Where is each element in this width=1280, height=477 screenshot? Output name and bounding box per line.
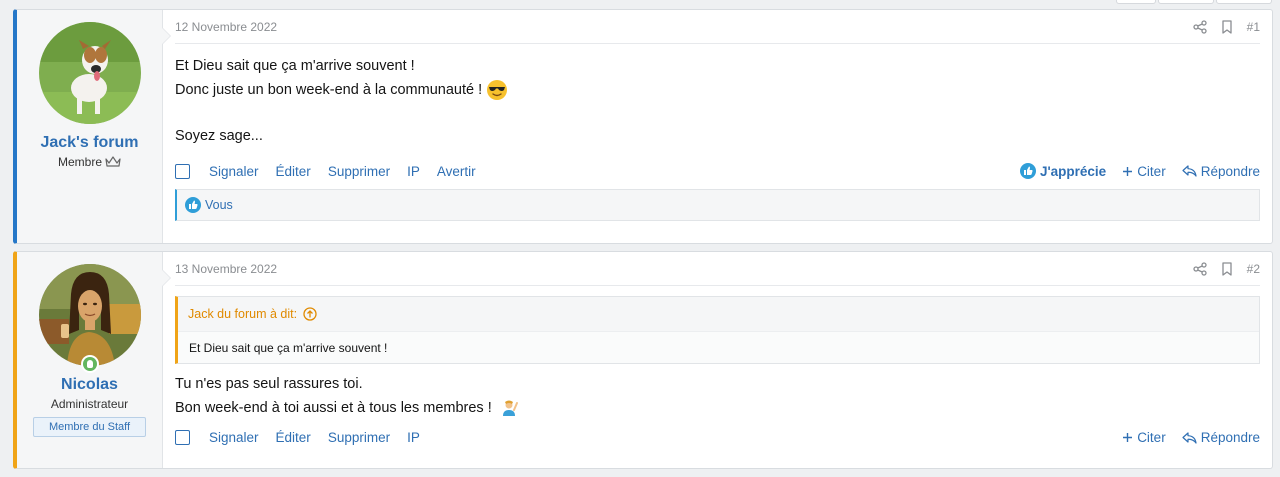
ip-link[interactable]: IP [407,164,420,179]
arrow-up-circle-icon[interactable] [303,307,317,321]
edit-link[interactable]: Éditer [276,164,311,179]
dog-avatar-image [38,22,141,124]
share-icon[interactable] [1192,261,1207,276]
user-title: Administrateur [51,397,128,411]
select-post-checkbox[interactable] [175,163,190,179]
thumbs-up-icon [185,197,201,213]
reply-icon [1182,431,1197,444]
post-user-cell: Nicolas Administrateur Membre du Staff [17,252,171,468]
like-label: J'apprécie [1039,163,1107,179]
top-toolbar-edges [1114,0,1272,4]
sunglasses-emoji-icon [487,80,508,100]
plus-icon [1123,166,1133,176]
share-icon[interactable] [1192,19,1207,34]
post-number[interactable]: #1 [1247,20,1260,34]
report-link[interactable]: Signaler [209,164,259,179]
reply-button[interactable]: Répondre [1182,164,1260,179]
username[interactable]: Jack's forum [40,134,138,152]
post-line: Tu n'es pas seul rassures toi. [175,372,1260,396]
bookmark-icon[interactable] [1221,261,1233,276]
reply-label: Répondre [1200,430,1260,445]
post-line: Soyez sage... [175,124,1260,148]
reaction-users[interactable]: Vous [205,198,233,212]
post-line: Donc juste un bon week-end à la communau… [175,78,1260,102]
quote-label: Citer [1137,430,1166,445]
online-status-icon [80,355,99,373]
quote-button[interactable]: Citer [1122,164,1166,179]
quote-author[interactable]: Jack du forum à dit: [188,307,297,321]
quote-block: Jack du forum à dit: Et Dieu sait que ça… [175,296,1260,364]
post-line-text: Et Dieu sait que ça m'arrive souvent ! [175,58,415,74]
reactions-bar[interactable]: Vous [175,189,1260,221]
avatar[interactable] [38,22,141,124]
post-line-text: Tu n'es pas seul rassures toi. [175,376,363,392]
reply-button[interactable]: Répondre [1182,430,1260,445]
bookmark-icon[interactable] [1221,19,1233,34]
plus-icon [1123,433,1133,442]
post-tools: #2 [1192,261,1260,276]
post-user-cell: Jack's forum Membre [17,10,171,243]
delete-link[interactable]: Supprimer [328,164,390,179]
post-actions: Signaler Éditer Supprimer IP Citer Répon… [175,430,1260,445]
post-line: Et Dieu sait que ça m'arrive souvent ! [175,54,1260,78]
staff-badge: Membre du Staff [32,417,147,437]
crown-icon [105,156,121,167]
post-body: Et Dieu sait que ça m'arrive souvent ! D… [175,44,1260,148]
username[interactable]: Nicolas [61,376,118,394]
post-main: 13 Novembre 2022 #2 Jack du forum à dit: [163,252,1272,468]
reply-icon [1182,165,1197,177]
waving-person-emoji-icon [502,400,518,416]
portrait-avatar-image [38,264,141,366]
post-line-text: Bon week-end à toi aussi et à tous les m… [175,400,492,416]
post-line: Bon week-end à toi aussi et à tous les m… [175,396,1260,420]
post-tools: #1 [1192,19,1260,34]
user-title-label: Administrateur [50,397,129,411]
user-title-label: Membre [57,155,102,169]
post-2: Nicolas Administrateur Membre du Staff 1… [13,251,1273,469]
post-number[interactable]: #2 [1247,262,1260,276]
post-header: 13 Novembre 2022 #2 [175,252,1260,286]
avatar[interactable] [38,264,141,373]
post-date[interactable]: 13 Novembre 2022 [175,262,277,276]
post-line-text: Soyez sage... [175,128,263,144]
post-actions: Signaler Éditer Supprimer IP Avertir J'a… [175,163,1260,179]
post-line-text: Donc juste un bon week-end à la communau… [175,82,483,98]
quote-button[interactable]: Citer [1122,430,1166,445]
reply-label: Répondre [1200,163,1260,179]
edit-link[interactable]: Éditer [276,430,311,445]
warn-link[interactable]: Avertir [437,164,476,179]
like-button[interactable]: J'apprécie [1019,163,1107,179]
ip-link[interactable]: IP [407,430,420,445]
thumbs-up-icon [1019,163,1036,179]
delete-link[interactable]: Supprimer [328,430,390,445]
quote-label: Citer [1137,163,1166,179]
post-header: 12 Novembre 2022 #1 [175,10,1260,44]
report-link[interactable]: Signaler [209,430,259,445]
quote-header[interactable]: Jack du forum à dit: [178,297,1259,331]
user-title: Membre [58,155,121,169]
quote-content: Et Dieu sait que ça m'arrive souvent ! [178,331,1259,363]
select-post-checkbox[interactable] [175,430,190,445]
post-body: Tu n'es pas seul rassures toi. Bon week-… [175,364,1260,420]
post-1: Jack's forum Membre 12 Novembre 2022 #1 … [13,9,1273,244]
post-date[interactable]: 12 Novembre 2022 [175,20,277,34]
post-main: 12 Novembre 2022 #1 Et Dieu sait que ça … [163,10,1272,243]
